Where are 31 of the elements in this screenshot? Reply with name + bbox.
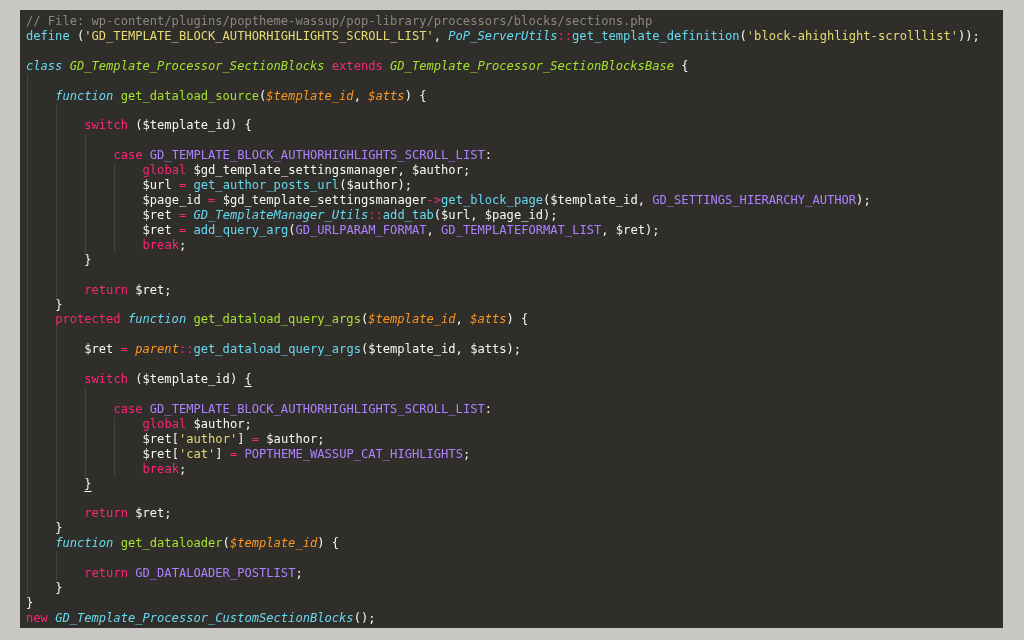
code-line: } <box>55 521 63 537</box>
code-line: $page_id = $gd_template_settingsmanager->get_block_page($template_id, GD_SETTINGS_HIERARCHY_AUTHOR); <box>142 193 871 208</box>
code-line: $ret['cat'] = POPTHEME_WASSUP_CAT_HIGHLIGHTS; <box>142 446 471 462</box>
code-line: case GD_TEMPLATE_BLOCK_AUTHORHIGHLIGHTS_SCROLL_LIST: <box>113 148 493 164</box>
code-line: return $ret; <box>84 282 172 298</box>
code-line: $ret = parent::get_dataload_query_args($template_id, $atts); <box>84 342 522 358</box>
code-line: case GD_TEMPLATE_BLOCK_AUTHORHIGHLIGHTS_SCROLL_LIST: <box>113 401 493 417</box>
code-line: switch ($template_id) { <box>84 372 252 388</box>
code-line: break; <box>142 237 187 253</box>
code-line: $ret = add_query_arg(GD_URLPARAM_FORMAT, GD_TEMPLATEFORMAT_LIST, $ret); <box>142 222 660 238</box>
code-line: function get_dataload_source($template_id, $atts) { <box>55 88 427 104</box>
code-line: new GD_Template_Processor_CustomSectionBlocks(); <box>26 610 376 626</box>
code-line: switch ($template_id) { <box>84 118 252 134</box>
code-line: // File: wp-content/plugins/poptheme-wassup/pop-library/processors/blocks/sections.php <box>26 14 653 29</box>
code-line: $ret['author'] = $author; <box>142 431 325 447</box>
code-line: class GD_Template_Processor_SectionBlocks extends GD_Template_Processor_SectionBlocksBase { <box>26 58 689 74</box>
code-line: global $author; <box>142 416 252 432</box>
code-line: define ('GD_TEMPLATE_BLOCK_AUTHORHIGHLIGHTS_SCROLL_LIST', PoP_ServerUtils::get_template_definition('block-ahighlight-scrolllist')); <box>26 28 980 44</box>
code-line: return $ret; <box>84 506 172 522</box>
code-line: } <box>84 476 92 492</box>
code-line: } <box>84 252 92 268</box>
code-line: function get_dataloader($template_id) { <box>55 536 340 552</box>
code-line: return GD_DATALOADER_POSTLIST; <box>84 566 303 582</box>
code-line: protected function get_dataload_query_args($template_id, $atts) { <box>55 312 529 328</box>
code-line: global $gd_template_settingsmanager, $author; <box>142 163 471 179</box>
code-line: } <box>55 297 63 313</box>
code-line: break; <box>142 461 187 477</box>
code-line: } <box>26 595 34 611</box>
code-line: $url = get_author_posts_url($author); <box>142 178 412 194</box>
code-line: } <box>55 581 63 596</box>
code-line: $ret = GD_TemplateManager_Utils::add_tab($url, $page_id); <box>142 208 558 223</box>
